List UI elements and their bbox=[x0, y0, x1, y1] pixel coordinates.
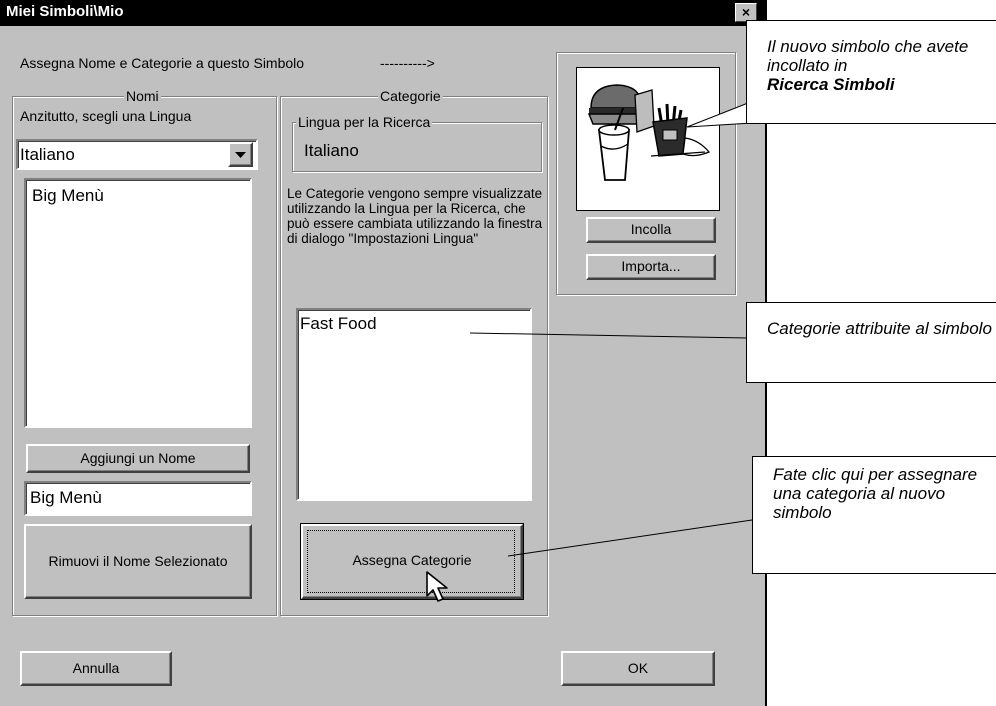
callout-new-symbol: Il nuovo simbolo che avete incollato in … bbox=[746, 20, 996, 124]
callout-new-symbol-text: Il nuovo simbolo che avete incollato in bbox=[767, 37, 969, 75]
callout-categories: Categorie attribuite al simbolo bbox=[746, 302, 996, 383]
callout-assign: Fate clic qui per assegnare una categori… bbox=[752, 456, 996, 574]
callout-new-symbol-bold: Ricerca Simboli bbox=[767, 75, 895, 94]
